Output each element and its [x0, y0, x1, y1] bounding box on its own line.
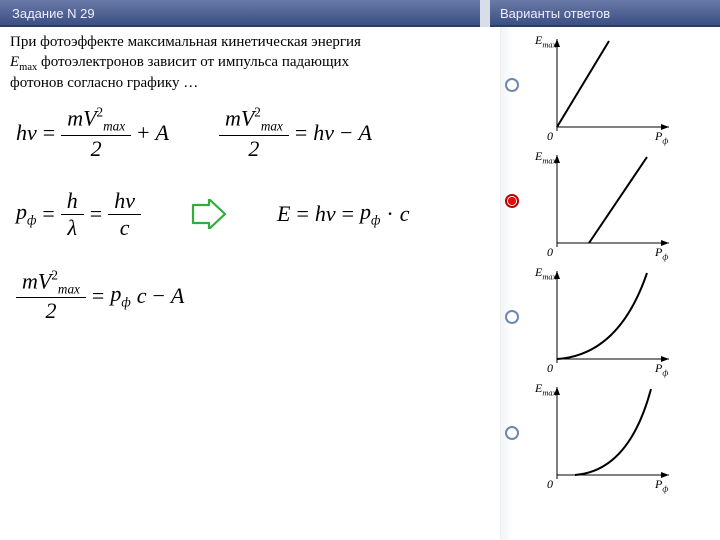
page: Задание N 29 Варианты ответов При фотоэф… — [0, 0, 720, 540]
sym-eq5: = — [296, 201, 308, 227]
answers-sidebar: 0 Emax Pф 0 Emax — [500, 27, 720, 540]
question-line2: фотоэлектронов зависит от импульса падаю… — [41, 54, 349, 70]
sym-phi2: ф — [371, 213, 380, 228]
sym-E: E — [277, 201, 290, 227]
answers-header: Варианты ответов — [490, 0, 720, 27]
sym-sup2b: 2 — [254, 105, 261, 130]
sym-mv2: mV — [225, 105, 254, 130]
formula-block: hν = mV2max 2 + A mV2max — [10, 106, 492, 327]
radio-icon[interactable] — [505, 78, 519, 92]
sym-c2: c — [400, 201, 410, 227]
sym-hnu4: hν — [315, 201, 336, 227]
header-bar: Задание N 29 Варианты ответов — [0, 0, 720, 27]
axis-x: Pф — [655, 477, 668, 493]
frac-hnu-c: hν c — [108, 190, 141, 239]
sym-h: h — [61, 190, 84, 212]
axis-x: Pф — [655, 245, 668, 261]
sym-A: A — [156, 120, 169, 146]
sym-c3: c — [137, 283, 147, 309]
sym-plus: + — [137, 120, 149, 146]
axis-zero: 0 — [547, 361, 553, 376]
header-gap — [480, 0, 490, 27]
answer-graph-1: 0 Emax Pф — [529, 31, 679, 139]
content: При фотоэффекте максимальная кинетическа… — [0, 27, 720, 540]
sym-mv3: mV — [22, 268, 51, 293]
sym-eq2: = — [295, 120, 307, 146]
sym-lambda: λ — [62, 217, 84, 239]
axis-y: Emax — [535, 33, 556, 49]
sym-phi: ф — [27, 213, 36, 228]
formula-row-3: mV2max 2 = pфc − A — [16, 269, 486, 323]
sym-phi3: ф — [121, 294, 130, 309]
question-line3: фотонов согласно графику … — [10, 75, 198, 91]
axis-zero: 0 — [547, 477, 553, 492]
radio-icon[interactable] — [505, 194, 519, 208]
sym-hnu3: hν — [108, 190, 141, 212]
answer-graph-4: 0 Emax Pф — [529, 379, 679, 487]
sym-sup2c: 2 — [51, 268, 58, 293]
eq-mv2-hnu-minus-A: mV2max 2 = hν − A — [219, 106, 372, 160]
sym-max2: max — [261, 118, 283, 133]
sym-max3: max — [58, 281, 80, 296]
sym-2b: 2 — [242, 138, 265, 160]
sym-c: c — [114, 217, 136, 239]
answer-option-4[interactable]: 0 Emax Pф — [505, 379, 712, 487]
sym-eq6: = — [342, 201, 354, 227]
frac-mv2-2: mV2max 2 — [219, 106, 289, 160]
axis-x: Pф — [655, 361, 668, 377]
answer-graph-3: 0 Emax Pф — [529, 263, 679, 371]
radio-icon[interactable] — [505, 426, 519, 440]
axis-x: Pф — [655, 129, 668, 145]
answer-option-2[interactable]: 0 Emax Pф — [505, 147, 712, 255]
formula-row-1: hν = mV2max 2 + A mV2max — [16, 106, 486, 160]
eq-E-hnu-pc: E = hν = pф · c — [277, 199, 410, 228]
sym-eq: = — [43, 120, 55, 146]
sym-hnu2: hν — [313, 120, 334, 146]
axis-y: Emax — [535, 149, 556, 165]
sym-p3: p — [110, 281, 121, 306]
emax-symbol: Emax — [10, 54, 37, 70]
eq-p-definition: pф = h λ = hν c — [16, 190, 141, 239]
frac-mv2-3: mV2max 2 — [16, 269, 86, 323]
arrow-right-icon — [191, 199, 227, 229]
frac-mv2-1: mV2max 2 — [61, 106, 131, 160]
sym-minus: − — [340, 120, 352, 146]
answer-option-3[interactable]: 0 Emax Pф — [505, 263, 712, 371]
main-area: При фотоэффекте максимальная кинетическа… — [0, 27, 500, 540]
sym-mv: mV — [67, 105, 96, 130]
answer-graph-2: 0 Emax Pф — [529, 147, 679, 255]
radio-icon[interactable] — [505, 310, 519, 324]
sym-p2: p — [360, 199, 371, 224]
formula-row-2: pф = h λ = hν c — [16, 190, 486, 239]
sym-2c: 2 — [39, 300, 62, 322]
question-line1: При фотоэффекте максимальная кинетическа… — [10, 34, 361, 50]
eq-hnu-sum: hν = mV2max 2 + A — [16, 106, 169, 160]
sym-hnu: hν — [16, 120, 37, 146]
sym-eq3: = — [42, 201, 54, 227]
sym-dot: · — [386, 201, 393, 227]
axis-y: Emax — [535, 265, 556, 281]
axis-y: Emax — [535, 381, 556, 397]
sym-p: p — [16, 199, 27, 224]
sym-minus2: − — [152, 283, 164, 309]
question-text: При фотоэффекте максимальная кинетическа… — [10, 33, 492, 94]
sym-eq4: = — [90, 201, 102, 227]
sym-A3: A — [171, 283, 184, 309]
axis-zero: 0 — [547, 129, 553, 144]
task-header: Задание N 29 — [0, 0, 480, 27]
answer-option-1[interactable]: 0 Emax Pф — [505, 31, 712, 139]
sym-A2: A — [358, 120, 371, 146]
sym-max: max — [103, 118, 125, 133]
frac-h-lambda: h λ — [61, 190, 84, 239]
eq-mv2-pc-minus-A: mV2max 2 = pфc − A — [16, 269, 184, 323]
sym-2: 2 — [85, 138, 108, 160]
axis-zero: 0 — [547, 245, 553, 260]
sym-eq7: = — [92, 283, 104, 309]
